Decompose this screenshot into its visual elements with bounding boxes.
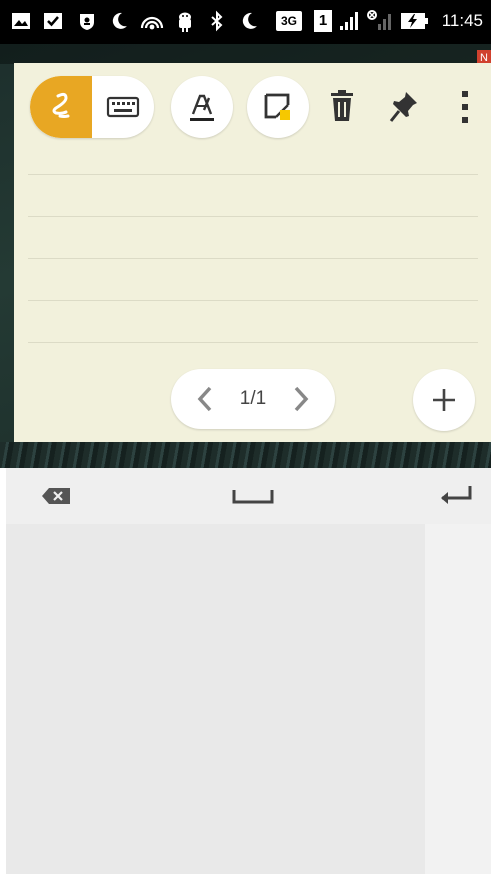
android-icon (179, 12, 191, 32)
ruled-line (28, 216, 478, 217)
signal-icon (340, 12, 358, 30)
network-3g-icon: 3G (276, 11, 302, 31)
pen-settings-icon (190, 94, 214, 121)
checkbox-icon (44, 13, 62, 29)
handwriting-icon (52, 92, 70, 118)
enter-key[interactable] (424, 468, 486, 524)
sim-1-icon: 1 (314, 10, 332, 32)
input-mode-toggle (30, 76, 154, 138)
add-page-button[interactable] (413, 369, 475, 431)
backspace-icon (42, 488, 70, 504)
ruled-line (28, 258, 478, 259)
space-key[interactable] (218, 468, 288, 524)
trash-icon (331, 90, 353, 121)
ruled-line (28, 300, 478, 301)
handwriting-input-area[interactable] (6, 524, 425, 874)
page-navigator: 1/1 (171, 369, 335, 429)
ruled-line (28, 342, 478, 343)
wifi-hotspot-icon (140, 16, 164, 30)
handwriting-keyboard (6, 468, 491, 874)
moon-icon (242, 12, 257, 29)
wallpaper-grass (0, 442, 491, 468)
candidate-sidebar[interactable] (425, 524, 491, 874)
note-color-button[interactable] (247, 76, 309, 138)
keyboard-function-row (6, 468, 491, 524)
note-color-icon (264, 93, 290, 120)
backspace-key[interactable] (26, 468, 86, 524)
more-vert-icon (462, 91, 468, 123)
background-app-bar (0, 44, 491, 64)
next-page-icon[interactable] (289, 384, 313, 414)
battery-charging-icon (401, 13, 428, 29)
pin-icon (389, 92, 417, 122)
delete-button[interactable] (318, 81, 366, 133)
more-options-button[interactable] (442, 81, 490, 133)
ruled-line (28, 174, 478, 175)
keyboard-icon (106, 96, 140, 118)
enter-icon (441, 486, 472, 504)
moon-icon (112, 12, 127, 29)
shield-icon (80, 14, 94, 30)
space-icon (232, 490, 274, 504)
clock: 11:45 (441, 11, 483, 30)
bluetooth-icon (211, 10, 223, 32)
plus-icon (433, 389, 455, 411)
status-bar: 3G 1 11:45 (0, 0, 491, 44)
floating-note: 1/1 (14, 63, 491, 442)
image-icon (12, 13, 30, 29)
note-toolbar (14, 63, 491, 153)
signal-no-sim-icon (367, 10, 391, 30)
handwriting-mode-button[interactable] (30, 76, 92, 138)
network-3g-label: 3G (280, 14, 297, 28)
sim-1-label: 1 (318, 12, 328, 29)
pen-settings-button[interactable] (171, 76, 233, 138)
keyboard-mode-button[interactable] (92, 76, 154, 138)
pin-button[interactable] (380, 81, 428, 133)
